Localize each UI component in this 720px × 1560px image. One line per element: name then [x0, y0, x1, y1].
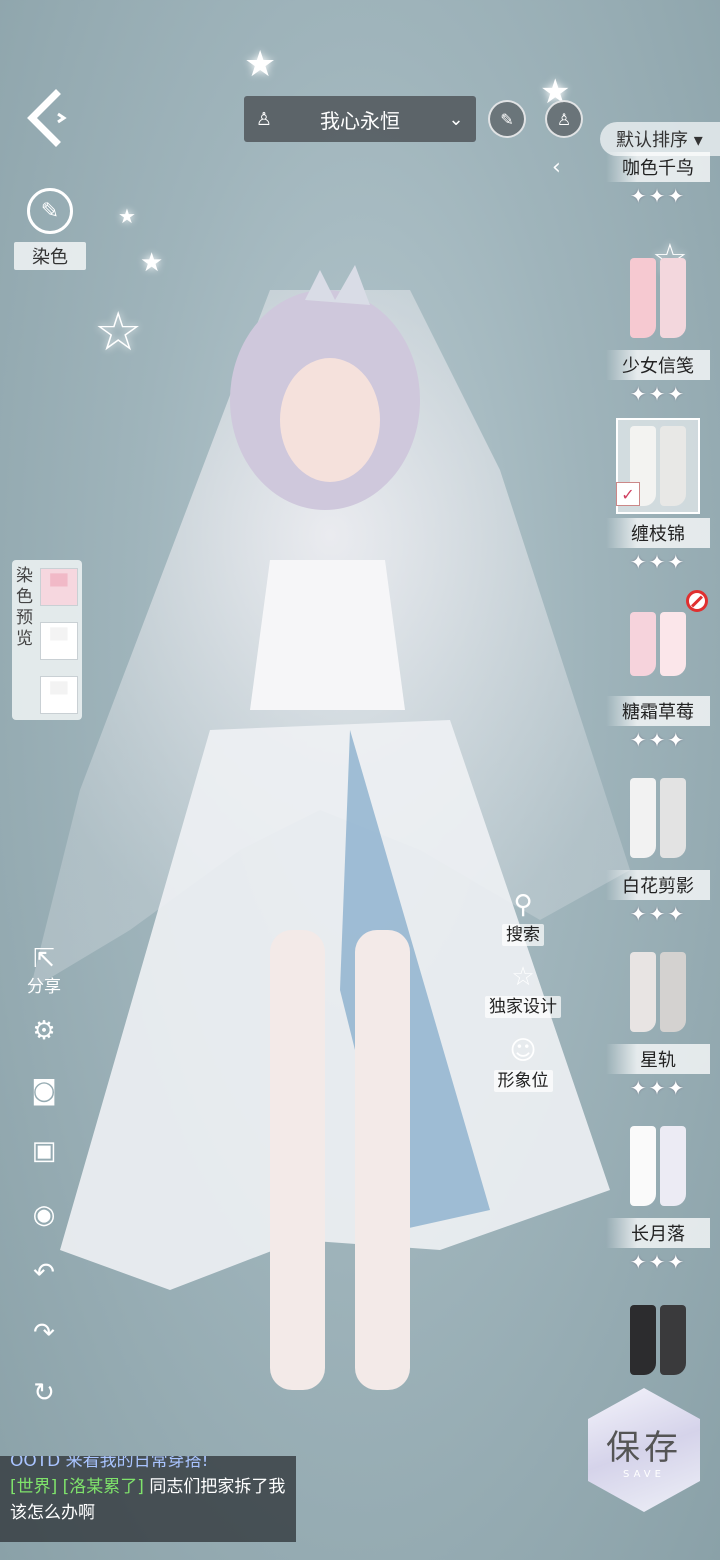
checkmark-icon: ✓: [616, 482, 640, 506]
item-thumbnail: [616, 1118, 700, 1214]
search-label: 搜索: [502, 924, 544, 946]
item-rarity: ✦✦✦: [629, 184, 687, 208]
item-name: 糖霜草莓: [606, 696, 710, 726]
dress-icon: ♙: [255, 108, 273, 130]
palette-icon: ✎: [27, 188, 73, 234]
item-thumbnail: ✓: [616, 418, 700, 514]
dye-button[interactable]: ✎ 染色: [14, 188, 86, 270]
undo-icon[interactable]: ↶: [22, 1258, 66, 1288]
exclusive-design-button[interactable]: ☆ 独家设计: [478, 962, 568, 1018]
outfit-name: 我心永恒: [320, 108, 400, 133]
chevron-down-icon: ⌄: [448, 108, 464, 130]
tshirt-white-icon[interactable]: ▀: [40, 676, 78, 714]
item-thumbnail: [616, 590, 708, 692]
chat-username: [洛某累了]: [62, 1477, 144, 1497]
share-icon: ⇱: [33, 944, 55, 974]
chat-previous-line: OOTD 来看我的日常穿搭!: [10, 1456, 209, 1471]
sparkle-star: ★: [244, 44, 277, 85]
search-icon: ⚲: [513, 890, 533, 920]
item-card[interactable]: 少女信笺 ✦✦✦: [606, 250, 710, 406]
portrait-slot-button[interactable]: ☺ 形象位: [478, 1036, 568, 1092]
image-icon[interactable]: ▣: [22, 1136, 66, 1166]
item-name: 少女信笺: [606, 350, 710, 380]
item-card[interactable]: 白花剪影 ✦✦✦: [606, 770, 710, 926]
item-name: 白花剪影: [606, 870, 710, 900]
save-label: 保存: [606, 1428, 682, 1468]
back-arrow-icon: [27, 89, 67, 147]
item-rarity: ✦✦✦: [629, 728, 687, 752]
prohibited-icon: [686, 590, 708, 612]
item-name: 咖色千鸟: [606, 152, 710, 182]
item-rarity: ✦✦✦: [629, 382, 687, 406]
chat-message: [世界] [洛某累了] 同志们把家拆了我该怎么办啊: [10, 1474, 286, 1526]
reset-icon[interactable]: ↻: [22, 1378, 66, 1408]
sparkle-star: ★: [118, 204, 136, 228]
share-label: 分享: [27, 977, 61, 997]
item-card[interactable]: 长月落 ✦✦✦: [606, 1118, 710, 1274]
dye-label: 染色: [14, 242, 86, 270]
camera-icon[interactable]: ◙: [22, 1076, 66, 1106]
dye-preview-panel: 染色预览 ▀ ▀ ▀: [12, 560, 82, 720]
portrait-slot-label: 形象位: [493, 1070, 553, 1092]
back-button[interactable]: [22, 88, 72, 148]
chat-box[interactable]: OOTD 来看我的日常穿搭! [世界] [洛某累了] 同志们把家拆了我该怎么办啊: [0, 1456, 296, 1542]
item-rarity: ✦✦✦: [629, 902, 687, 926]
collapse-list-icon[interactable]: ‹: [552, 155, 561, 180]
dye-preview-label: 染色预览: [16, 566, 33, 649]
item-rarity: ✦✦✦: [629, 1250, 687, 1274]
save-sub-label: SAVE: [623, 1469, 665, 1480]
chat-channel: [世界]: [10, 1477, 58, 1497]
portrait-icon: ☺: [509, 1036, 537, 1066]
item-name: 长月落: [606, 1218, 710, 1248]
item-name: 星轨: [606, 1044, 710, 1074]
item-card[interactable]: 糖霜草莓 ✦✦✦: [606, 590, 710, 752]
eye-icon[interactable]: ◉: [22, 1200, 66, 1230]
item-thumbnail: [616, 944, 700, 1040]
pin-icon[interactable]: ✎: [488, 100, 526, 138]
item-rarity: ✦✦✦: [629, 1076, 687, 1100]
item-rarity: ✦✦✦: [629, 550, 687, 574]
item-name: 缠枝锦: [606, 518, 710, 548]
outfit-selector[interactable]: ♙ 我心永恒 ⌄: [244, 96, 476, 142]
character-model: [30, 265, 630, 1390]
item-thumbnail: [616, 250, 700, 346]
settings-icon[interactable]: ⚙: [22, 1016, 66, 1046]
item-card[interactable]: 咖色千鸟 ✦✦✦: [606, 148, 710, 208]
item-card[interactable]: [606, 1292, 710, 1388]
redo-icon[interactable]: ↷: [22, 1318, 66, 1348]
tshirt-white-icon[interactable]: ▀: [40, 622, 78, 660]
star-outline-icon: ☆: [511, 962, 535, 992]
item-card[interactable]: 星轨 ✦✦✦: [606, 944, 710, 1100]
tshirt-pink-icon[interactable]: ▀: [40, 568, 78, 606]
dress-icon[interactable]: ♙: [545, 100, 583, 138]
exclusive-design-label: 独家设计: [485, 996, 561, 1018]
item-thumbnail: [616, 770, 700, 866]
item-thumbnail: [616, 1292, 700, 1388]
share-button[interactable]: ⇱ 分享: [22, 944, 66, 997]
search-button[interactable]: ⚲ 搜索: [478, 890, 568, 946]
item-card-selected[interactable]: ✓ 缠枝锦 ✦✦✦: [606, 418, 710, 574]
